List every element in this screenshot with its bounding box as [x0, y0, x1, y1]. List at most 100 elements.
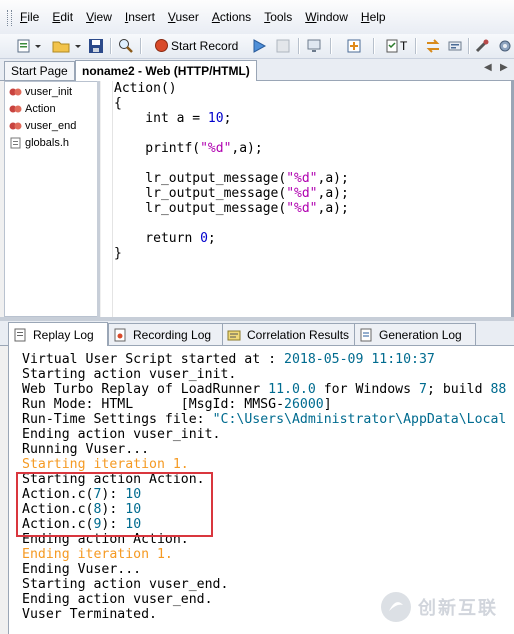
code-text[interactable]: Action(){ int a = 10; printf("%d",a); lr… — [114, 81, 349, 261]
tree-item-action[interactable]: Action — [9, 101, 56, 117]
log-line-segment: 88 — [490, 382, 507, 397]
more-tools-button[interactable] — [497, 37, 513, 54]
tab-label: Correlation Results — [247, 327, 350, 342]
action-file-icon — [9, 105, 22, 113]
log-line-segment: Web Turbo Replay of LoadRunner — [22, 382, 269, 397]
log-line-segment: 11.0.0 — [268, 382, 316, 397]
log-line: Starting iteration 1. — [22, 457, 506, 472]
log-line: Run Mode: HTML [MsgId: MMSG-26000] — [22, 397, 506, 412]
tab-recording-log[interactable]: Recording Log — [108, 323, 227, 345]
tree-item-globals[interactable]: globals.h — [9, 135, 69, 151]
transaction-button[interactable]: T — [386, 37, 407, 54]
tree-item-label: Action — [25, 103, 56, 115]
run-button[interactable] — [251, 37, 267, 54]
tools-button[interactable] — [474, 37, 490, 54]
find-icon — [119, 38, 133, 53]
watermark-text: 创新互联 — [418, 598, 498, 618]
code-line-segment: return — [114, 231, 201, 246]
brush-icon — [475, 39, 489, 52]
log-line-segment: Run-Time Settings file: — [22, 412, 213, 427]
code-editor[interactable]: Action(){ int a = 10; printf("%d",a); lr… — [101, 81, 514, 317]
menu-file[interactable]: File — [20, 10, 39, 24]
compile-button[interactable] — [306, 37, 322, 54]
parameter-button[interactable] — [447, 37, 463, 54]
stop-button[interactable] — [275, 37, 291, 54]
gear-icon — [499, 40, 511, 51]
log-line: Web Turbo Replay of LoadRunner 11.0.0 fo… — [22, 382, 506, 397]
code-line-segment: } — [114, 246, 122, 261]
menu-grip — [7, 10, 12, 26]
correlation-icon — [227, 330, 241, 340]
code-line-segment: "%d" — [200, 141, 232, 156]
save-button[interactable] — [88, 37, 104, 54]
toolbar-separator — [415, 38, 417, 54]
open-button[interactable] — [52, 37, 82, 54]
log-line: Run-Time Settings file: "C:\Users\Admini… — [22, 412, 506, 427]
rendezvous-icon — [426, 38, 440, 53]
code-line-segment: ; — [207, 231, 216, 246]
code-line-segment: ,a); — [317, 171, 349, 186]
new-script-button[interactable] — [16, 37, 42, 54]
tab-scroll-right-icon[interactable]: ▶ — [500, 62, 508, 73]
code-line-segment: ,a); — [231, 141, 263, 156]
replay-log-icon — [14, 328, 26, 341]
tree-splitter[interactable] — [97, 81, 100, 317]
log-line: Starting action vuser_init. — [22, 367, 506, 382]
save-icon — [89, 38, 103, 53]
insert-step-button[interactable] — [345, 37, 363, 54]
code-line-segment: { — [114, 96, 122, 111]
code-line-segment: printf( — [114, 141, 201, 156]
watermark-logo-icon — [381, 592, 411, 622]
log-line-segment: Vuser Terminated. — [22, 607, 157, 622]
menu-help[interactable]: Help — [361, 10, 386, 24]
rendezvous-button[interactable] — [425, 37, 441, 54]
code-line: int a = 10; — [114, 111, 349, 126]
log-line: Virtual User Script started at : 2018-05… — [22, 352, 506, 367]
toolbar-separator — [110, 38, 112, 54]
menu-window[interactable]: Window — [305, 10, 348, 24]
tab-scroll-left-icon[interactable]: ◀ — [484, 62, 492, 73]
code-line: lr_output_message("%d",a); — [114, 171, 349, 186]
menu-tools[interactable]: Tools — [264, 10, 292, 24]
code-line-segment: 10 — [207, 111, 224, 126]
tab-correlation-results[interactable]: Correlation Results — [222, 323, 359, 345]
toolbar: Start Record T — [0, 34, 514, 59]
log-line-segment: for Windows — [315, 382, 419, 397]
tree-item-vuser-init[interactable]: vuser_init — [9, 84, 72, 100]
menu-insert[interactable]: Insert — [125, 10, 155, 24]
code-line-segment: Action() — [114, 81, 177, 96]
log-line-segment: Virtual User Script started at : — [22, 352, 285, 367]
code-line-segment: 0 — [200, 231, 208, 246]
code-line-segment: int a = — [114, 111, 208, 126]
tab-generation-log[interactable]: Generation Log — [354, 323, 476, 345]
action-tree: vuser_init Action vuser_end globals.h — [4, 81, 98, 317]
code-line: printf("%d",a); — [114, 141, 349, 156]
code-line: Action() — [114, 81, 349, 96]
menu-edit[interactable]: Edit — [52, 10, 73, 24]
tab-replay-log[interactable]: Replay Log — [8, 322, 108, 346]
record-icon — [155, 39, 168, 52]
tree-item-label: vuser_init — [25, 86, 73, 98]
find-button[interactable] — [118, 37, 134, 54]
highlight-box — [16, 472, 213, 537]
document-tab-bar: Start Page noname2 - Web (HTTP/HTML) ◀ ▶ — [0, 59, 514, 81]
toolbar-separator — [373, 38, 375, 54]
tree-item-vuser-end[interactable]: vuser_end — [9, 118, 76, 134]
toolbar-separator — [298, 38, 300, 54]
start-record-label: Start Record — [171, 38, 239, 53]
menu-actions[interactable]: Actions — [212, 10, 251, 24]
tab-start-page[interactable]: Start Page — [4, 61, 75, 80]
log-line: Ending action vuser_init. — [22, 427, 506, 442]
open-folder-icon — [52, 41, 81, 52]
menu-vuser[interactable]: Vuser — [168, 10, 199, 24]
menu-view[interactable]: View — [86, 10, 112, 24]
log-line: Ending Vuser... — [22, 562, 506, 577]
recording-log-icon — [114, 328, 126, 341]
tab-script[interactable]: noname2 - Web (HTTP/HTML) — [75, 60, 257, 81]
log-line-segment: ] — [323, 397, 332, 412]
code-line-segment: ,a); — [317, 186, 349, 201]
code-line-segment: ; — [223, 111, 232, 126]
start-record-button[interactable]: Start Record — [155, 37, 238, 54]
